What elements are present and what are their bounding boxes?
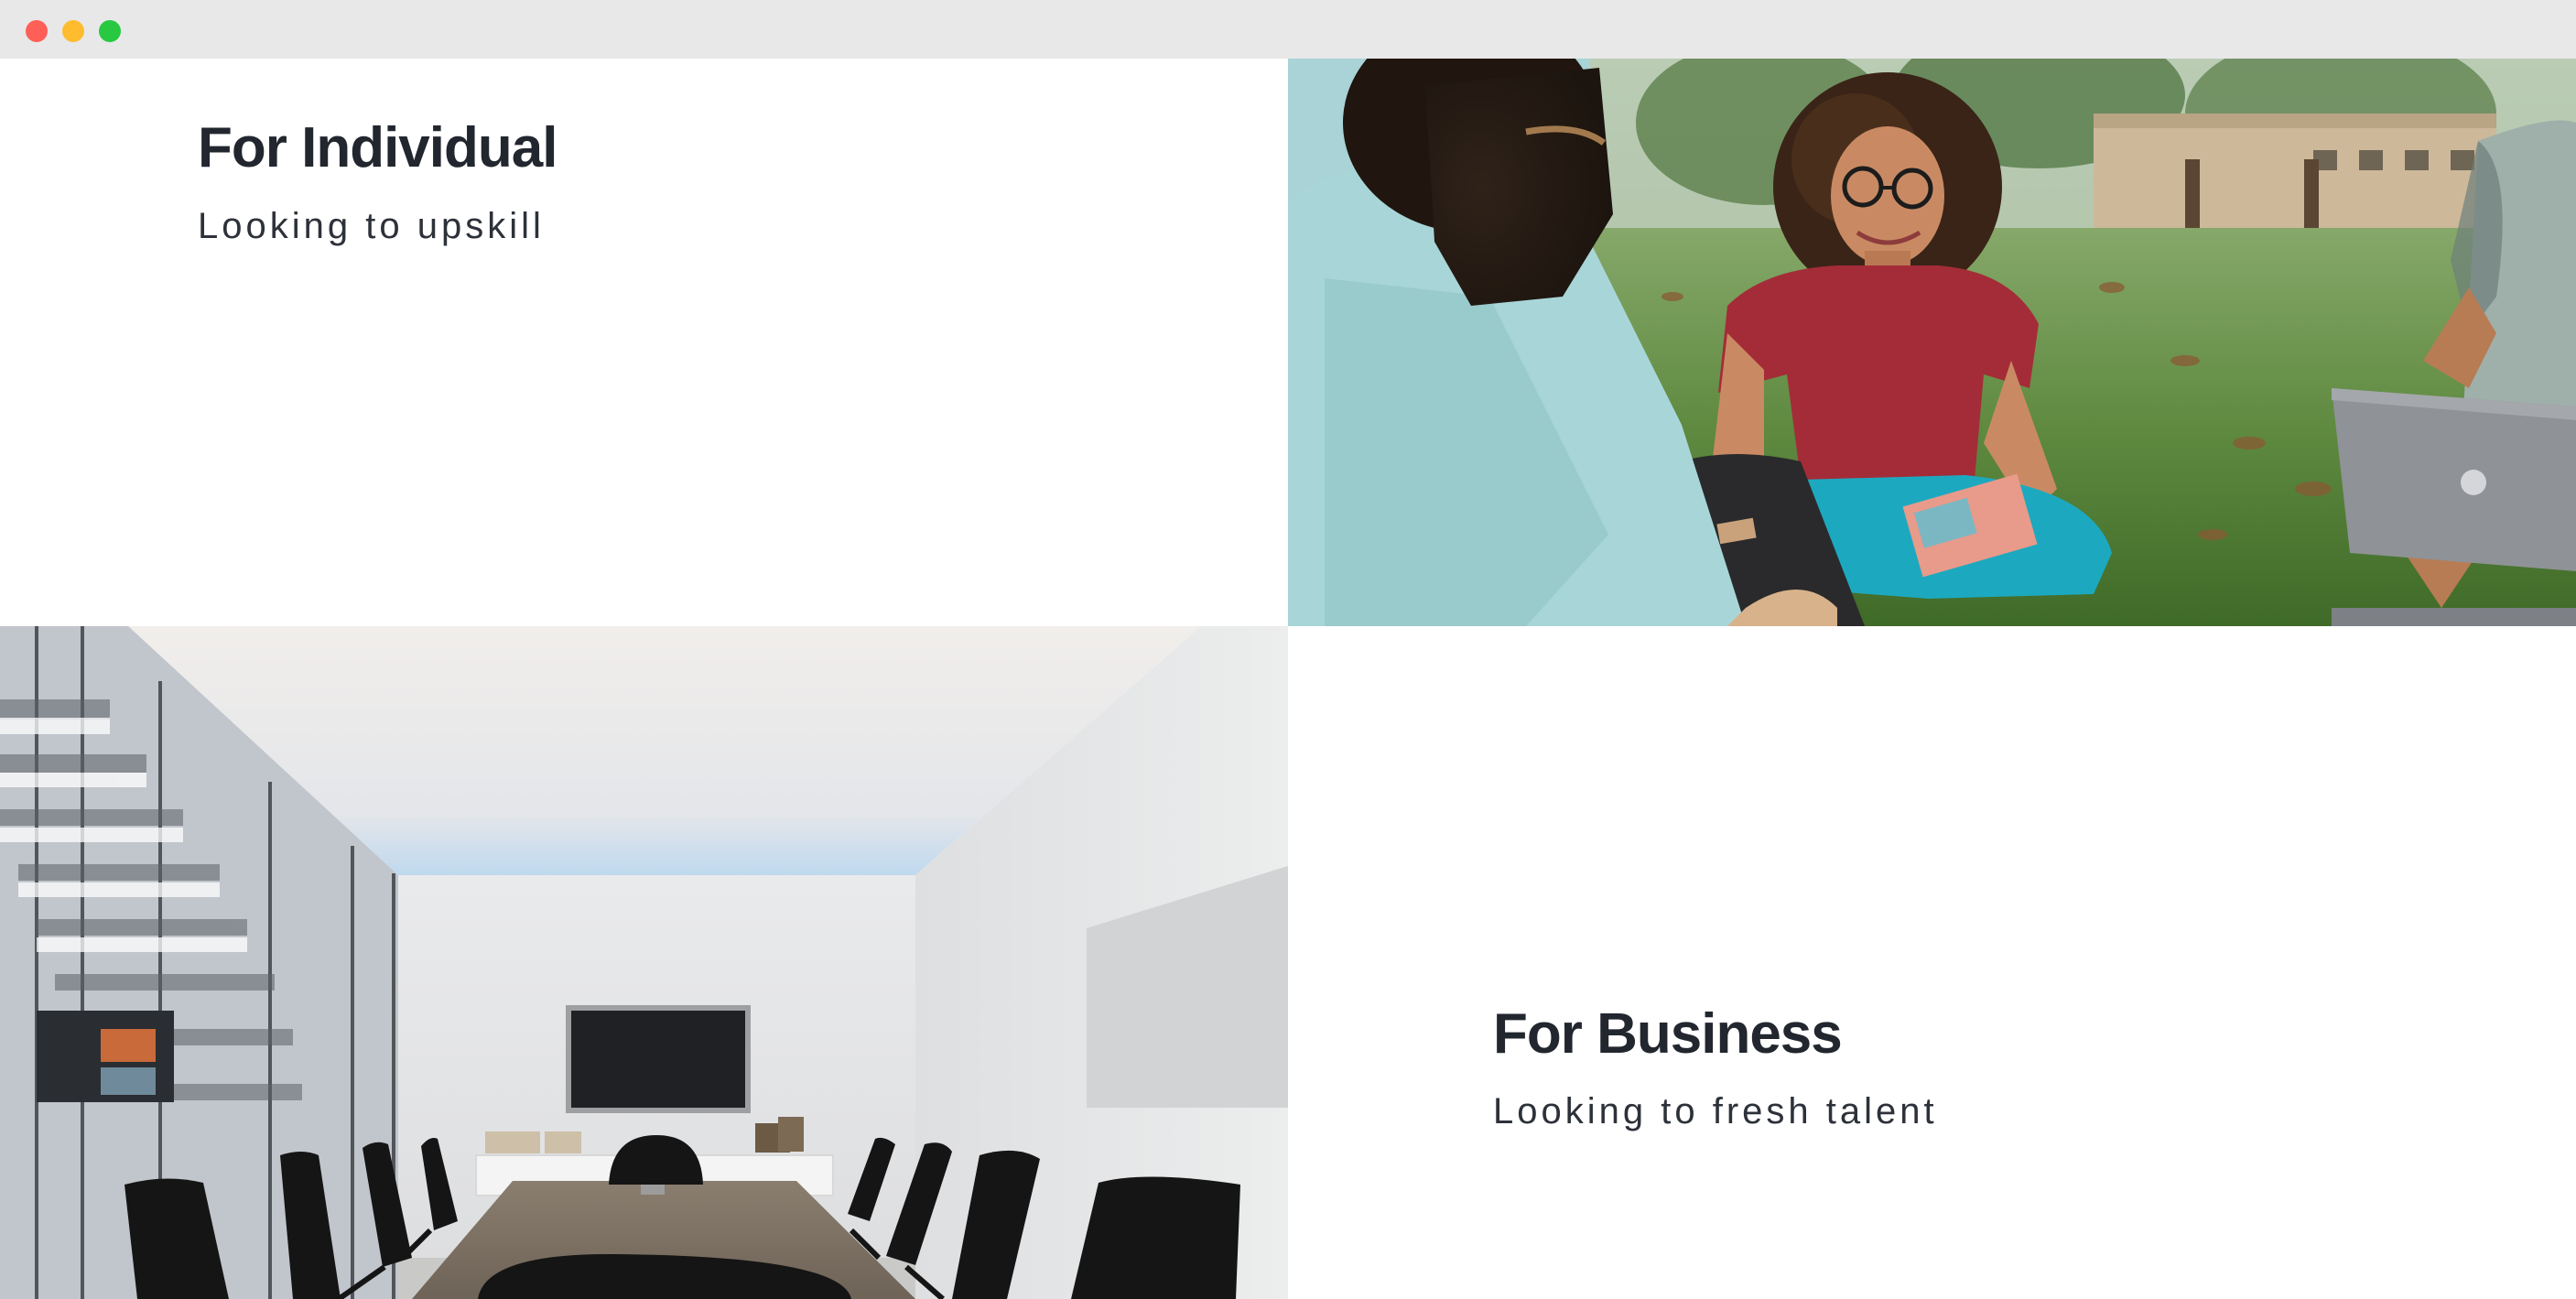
individual-card[interactable]: For Individual Looking to upskill — [0, 59, 1288, 626]
business-subtitle: Looking to fresh talent — [1493, 1091, 1938, 1131]
individual-title: For Individual — [198, 116, 557, 179]
browser-window: For Individual Looking to upskill For Bu… — [0, 0, 2576, 1299]
minimize-window-button[interactable] — [62, 20, 84, 42]
window-titlebar — [0, 0, 2576, 59]
business-photo — [0, 626, 1288, 1299]
students-photo-image — [1288, 59, 2576, 626]
close-window-button[interactable] — [26, 20, 48, 42]
individual-photo — [1288, 59, 2576, 626]
maximize-window-button[interactable] — [99, 20, 121, 42]
business-title: For Business — [1493, 1002, 1843, 1066]
page-content: For Individual Looking to upskill For Bu… — [0, 59, 2576, 1299]
individual-subtitle: Looking to upskill — [198, 206, 545, 246]
conference-room-photo-image — [0, 626, 1288, 1299]
business-card[interactable]: For Business Looking to fresh talent — [1288, 626, 2576, 1299]
